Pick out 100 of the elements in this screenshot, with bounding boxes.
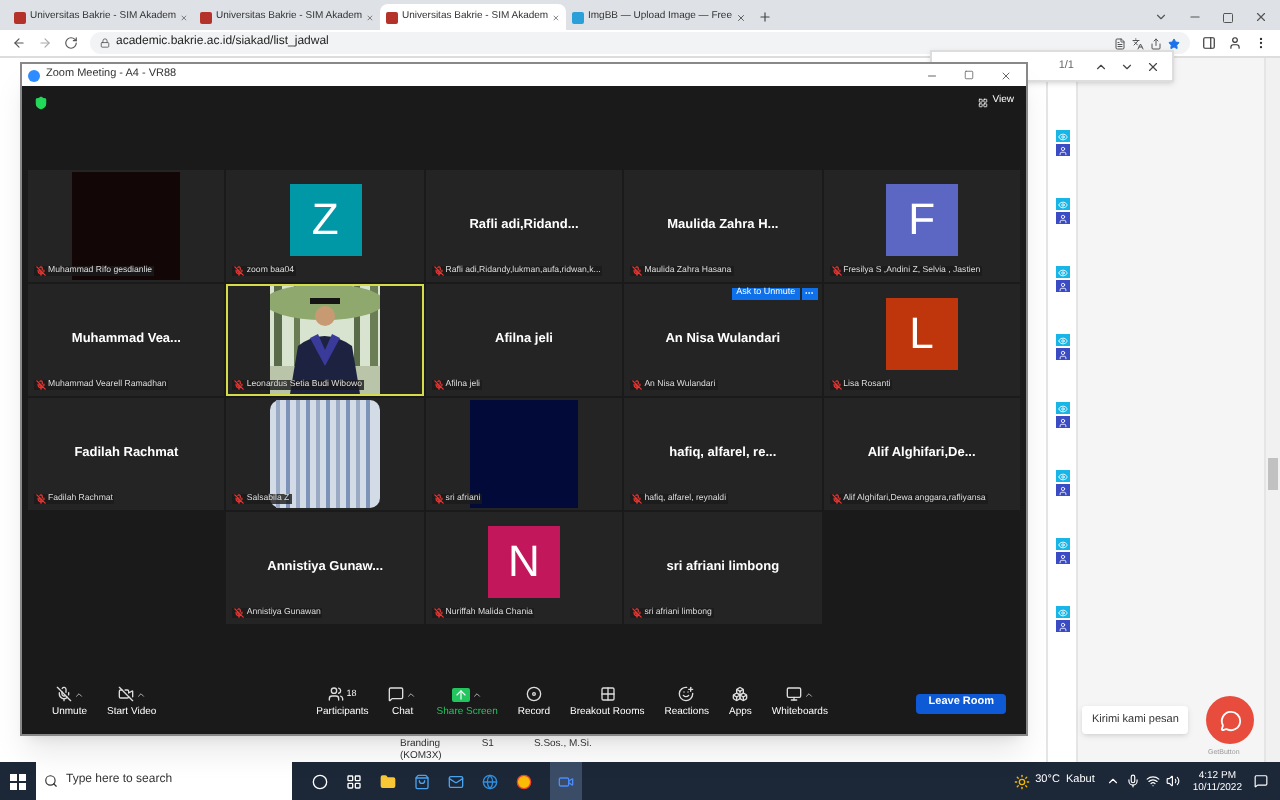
lock-icon [100, 38, 110, 48]
eye-icon [1057, 403, 1067, 413]
smiley-icon [678, 686, 695, 703]
next-icon[interactable] [1120, 59, 1134, 73]
apps-icon [732, 686, 749, 703]
folder-icon[interactable] [380, 773, 396, 789]
notification-icon[interactable] [1254, 774, 1268, 788]
muted-icon [36, 379, 46, 389]
muted-icon [632, 607, 643, 617]
caret-icon[interactable] [472, 689, 483, 700]
person-icon [1057, 417, 1067, 427]
eye-icon [1057, 335, 1067, 345]
muted-icon [36, 493, 46, 503]
user-button[interactable] [1055, 484, 1069, 496]
avatar: Z [289, 183, 362, 255]
muted-icon [831, 379, 842, 389]
user-button[interactable] [1055, 144, 1069, 156]
search-icon [44, 774, 58, 788]
muted-icon [234, 379, 245, 389]
close-icon[interactable] [1146, 59, 1160, 73]
back-icon[interactable] [12, 36, 26, 50]
chat-icon [388, 686, 405, 703]
bookmark-star-icon[interactable] [1168, 37, 1180, 49]
muted-icon [831, 265, 842, 275]
muted-icon [831, 493, 842, 503]
profile-icon[interactable] [1228, 36, 1242, 50]
store-icon[interactable] [414, 773, 430, 789]
user-button[interactable] [1055, 416, 1069, 428]
favicon-icon [14, 11, 26, 23]
user-button[interactable] [1055, 212, 1069, 224]
person-icon [1057, 553, 1067, 563]
muted-icon [433, 607, 444, 617]
eye-icon [1057, 199, 1067, 209]
caret-icon[interactable] [406, 689, 417, 700]
eye-icon [1057, 607, 1067, 617]
zoom-taskbar-button[interactable] [550, 762, 582, 800]
person-icon [1057, 145, 1067, 155]
reload-icon[interactable] [64, 36, 78, 50]
muted-icon [234, 607, 245, 617]
menu-icon[interactable] [1254, 36, 1268, 50]
avatar: L [885, 297, 958, 369]
tab-search-icon[interactable] [1154, 10, 1168, 24]
maximize-icon[interactable] [964, 70, 974, 80]
muted-icon [632, 265, 643, 275]
muted-icon [234, 493, 245, 503]
page-icon[interactable] [1114, 37, 1126, 49]
user-button[interactable] [1055, 620, 1069, 632]
caret-icon[interactable] [135, 689, 146, 700]
side-panel-icon[interactable] [1202, 36, 1216, 50]
network-icon[interactable] [1146, 774, 1161, 788]
user-button[interactable] [1055, 348, 1069, 360]
close-icon[interactable] [1254, 10, 1268, 24]
shield-icon [34, 95, 48, 109]
share-screen-icon [452, 687, 471, 702]
favicon-icon [386, 11, 398, 23]
monitor-icon [785, 686, 802, 703]
windows-icon [10, 773, 26, 789]
more-button[interactable] [801, 287, 818, 299]
user-button[interactable] [1055, 552, 1069, 564]
share-icon[interactable] [1150, 37, 1162, 49]
chat-bubble-icon [1219, 709, 1241, 731]
eye-icon [1057, 131, 1067, 141]
maximize-icon[interactable] [1222, 12, 1234, 24]
weather-icon [1013, 773, 1030, 789]
muted-icon [234, 265, 245, 275]
person-icon [1057, 213, 1067, 223]
caret-icon[interactable] [803, 689, 814, 700]
grid-icon [599, 686, 616, 703]
volume-icon[interactable] [1166, 774, 1181, 788]
browser-icon[interactable] [482, 773, 498, 789]
eye-icon [1057, 471, 1067, 481]
muted-icon [433, 265, 444, 275]
avatar: F [885, 183, 958, 255]
tray-caret-icon[interactable] [1106, 774, 1121, 788]
grid-icon [978, 97, 989, 107]
new-tab-icon[interactable] [758, 10, 772, 24]
person-icon [1057, 281, 1067, 291]
person-icon [1057, 485, 1067, 495]
previous-icon[interactable] [1094, 59, 1108, 73]
mail-icon[interactable] [448, 773, 464, 789]
favicon-icon [572, 11, 584, 23]
close-icon[interactable] [1000, 69, 1012, 81]
muted-icon [36, 265, 46, 275]
cortana-icon[interactable] [312, 773, 328, 789]
muted-icon [632, 379, 643, 389]
user-button[interactable] [1055, 280, 1069, 292]
scrollbar[interactable] [1266, 58, 1280, 762]
muted-icon [632, 493, 643, 503]
person-icon [1057, 621, 1067, 631]
eye-icon [1057, 539, 1067, 549]
task-view-icon[interactable] [346, 773, 362, 789]
video-camera-icon [558, 773, 574, 789]
person-icon [1057, 349, 1067, 359]
video-off-icon [117, 686, 134, 703]
eye-icon [1057, 267, 1067, 277]
mic-icon[interactable] [1126, 774, 1141, 788]
translate-icon[interactable] [1132, 37, 1144, 49]
muted-icon [433, 493, 444, 503]
caret-icon[interactable] [73, 689, 84, 700]
muted-icon [433, 379, 444, 389]
